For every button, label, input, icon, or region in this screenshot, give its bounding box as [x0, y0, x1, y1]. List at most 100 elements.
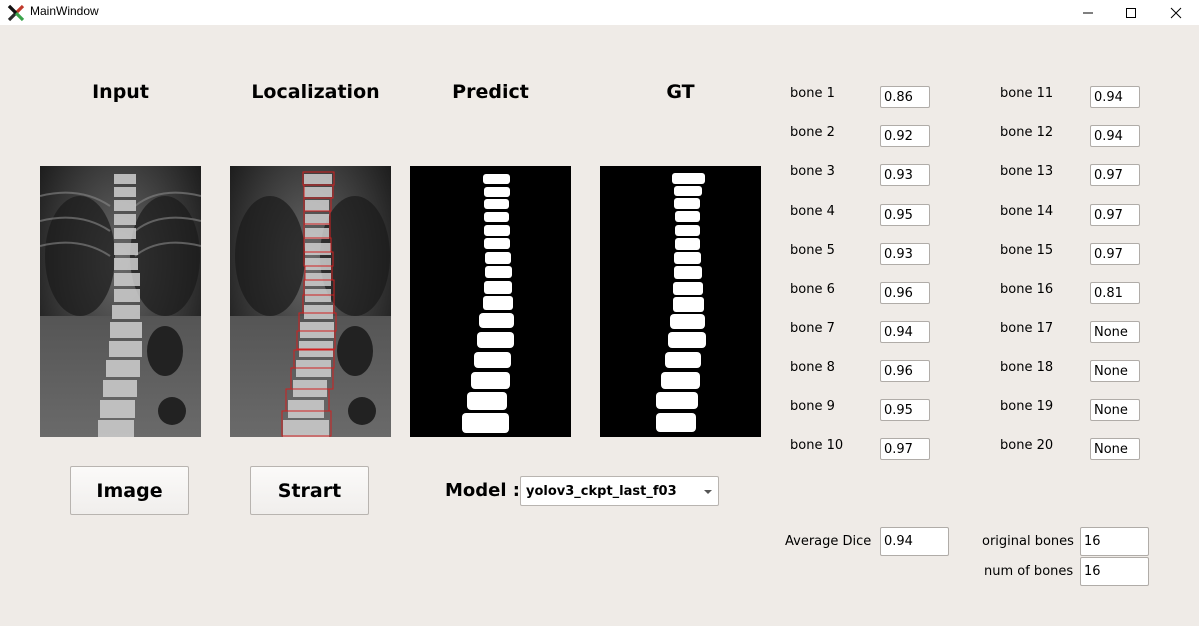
maximize-button[interactable]	[1108, 0, 1154, 25]
vertebra-mask	[673, 282, 703, 295]
bone-dice-field[interactable]: 0.95	[880, 204, 930, 226]
bone-dice-field[interactable]: 0.81	[1090, 282, 1140, 304]
vertebra-mask	[674, 252, 701, 264]
num-bones-label: num of bones	[984, 564, 1074, 579]
bone-dice-field[interactable]: 0.97	[880, 438, 930, 460]
minimize-button[interactable]	[1065, 0, 1111, 25]
gt-mask-graphic	[656, 173, 706, 432]
bone-dice-field[interactable]: 0.97	[1090, 243, 1140, 265]
vertebra-mask	[656, 392, 698, 409]
predict-mask-graphic	[462, 174, 514, 433]
vertebra-mask	[485, 266, 512, 278]
bone-dice-field[interactable]: 0.94	[1090, 86, 1140, 108]
bone-dice-field[interactable]: 0.97	[1090, 204, 1140, 226]
title-bar: MainWindow	[0, 0, 1199, 25]
bone-label: bone 4	[790, 204, 835, 219]
xray-graphic	[40, 166, 201, 437]
bone-label: bone 1	[790, 86, 835, 101]
num-bones-field[interactable]: 16	[1080, 557, 1149, 586]
chevron-down-icon	[704, 490, 712, 494]
vertebra-mask	[674, 186, 702, 196]
vertebra-mask	[474, 352, 511, 368]
bone-label: bone 19	[1000, 399, 1054, 414]
localization-header: Localization	[251, 81, 380, 103]
window-title: MainWindow	[30, 4, 99, 18]
close-icon	[1170, 7, 1182, 18]
average-dice-label: Average Dice	[785, 534, 872, 549]
input-xray-image	[40, 166, 201, 437]
bone-dice-field[interactable]: 0.95	[880, 399, 930, 421]
vertebra-mask	[462, 413, 509, 433]
bone-label: bone 5	[790, 243, 835, 258]
localization-graphic	[230, 166, 391, 437]
bone-dice-field[interactable]: None	[1090, 321, 1140, 343]
bone-label: bone 14	[1000, 204, 1054, 219]
original-bones-label: original bones	[982, 534, 1074, 549]
vertebra-mask	[467, 392, 507, 410]
bone-dice-field[interactable]: None	[1090, 360, 1140, 382]
vertebra-mask	[485, 252, 511, 264]
vertebra-mask	[484, 238, 510, 249]
minimize-icon	[1083, 12, 1093, 13]
image-button[interactable]: Image	[70, 466, 189, 515]
start-button[interactable]: Strart	[250, 466, 369, 515]
vertebra-mask	[471, 372, 510, 389]
bone-label: bone 3	[790, 164, 835, 179]
vertebra-mask	[673, 297, 704, 312]
vertebra-mask	[675, 225, 700, 236]
vertebra-mask	[484, 225, 510, 236]
bone-label: bone 12	[1000, 125, 1054, 140]
vertebra-mask	[483, 296, 513, 310]
vertebra-mask	[479, 313, 514, 328]
vertebra-mask	[656, 413, 696, 432]
vertebra-mask	[672, 173, 705, 184]
close-button[interactable]	[1153, 0, 1199, 25]
input-header: Input	[92, 81, 149, 103]
average-dice-field[interactable]: 0.94	[880, 527, 949, 556]
bone-label: bone 16	[1000, 282, 1054, 297]
vertebra-mask	[675, 211, 700, 222]
model-select[interactable]: yolov3_ckpt_last_f03	[520, 476, 719, 506]
bone-dice-field[interactable]: 0.92	[880, 125, 930, 147]
bone-dice-field[interactable]: 0.97	[1090, 164, 1140, 186]
bone-label: bone 9	[790, 399, 835, 414]
vertebra-mask	[665, 352, 701, 368]
bone-dice-field[interactable]: None	[1090, 399, 1140, 421]
bone-label: bone 8	[790, 360, 835, 375]
vertebra-mask	[477, 332, 514, 348]
bone-label: bone 20	[1000, 438, 1054, 453]
bone-dice-field[interactable]: 0.94	[880, 321, 930, 343]
bone-label: bone 18	[1000, 360, 1054, 375]
bone-label: bone 11	[1000, 86, 1054, 101]
maximize-icon	[1126, 7, 1136, 18]
predict-mask-image	[410, 166, 571, 437]
model-select-value: yolov3_ckpt_last_f03	[526, 483, 677, 499]
bone-label: bone 10	[790, 438, 844, 453]
bone-dice-field[interactable]: 0.96	[880, 282, 930, 304]
bone-label: bone 6	[790, 282, 835, 297]
localization-image	[230, 166, 391, 437]
predict-header: Predict	[452, 81, 529, 103]
bone-dice-field[interactable]: 0.93	[880, 243, 930, 265]
vertebra-mask	[484, 187, 510, 197]
original-bones-field[interactable]: 16	[1080, 527, 1149, 556]
vertebra-mask	[661, 372, 700, 389]
vertebra-mask	[484, 212, 509, 222]
bone-label: bone 7	[790, 321, 835, 336]
bone-label: bone 15	[1000, 243, 1054, 258]
vertebra-mask	[670, 314, 705, 329]
vertebra-mask	[668, 332, 706, 348]
bone-dice-field[interactable]: 0.96	[880, 360, 930, 382]
vertebra-mask	[674, 266, 702, 279]
bone-dice-field[interactable]: 0.86	[880, 86, 930, 108]
vertebra-mask	[675, 238, 700, 250]
bone-dice-field[interactable]: 0.94	[1090, 125, 1140, 147]
vertebra-mask	[484, 199, 509, 209]
vertebra-mask	[484, 281, 512, 294]
bone-dice-field[interactable]: 0.93	[880, 164, 930, 186]
vertebra-mask	[483, 174, 510, 184]
bone-label: bone 17	[1000, 321, 1054, 336]
bone-label: bone 13	[1000, 164, 1054, 179]
bone-dice-field[interactable]: None	[1090, 438, 1140, 460]
bone-label: bone 2	[790, 125, 835, 140]
